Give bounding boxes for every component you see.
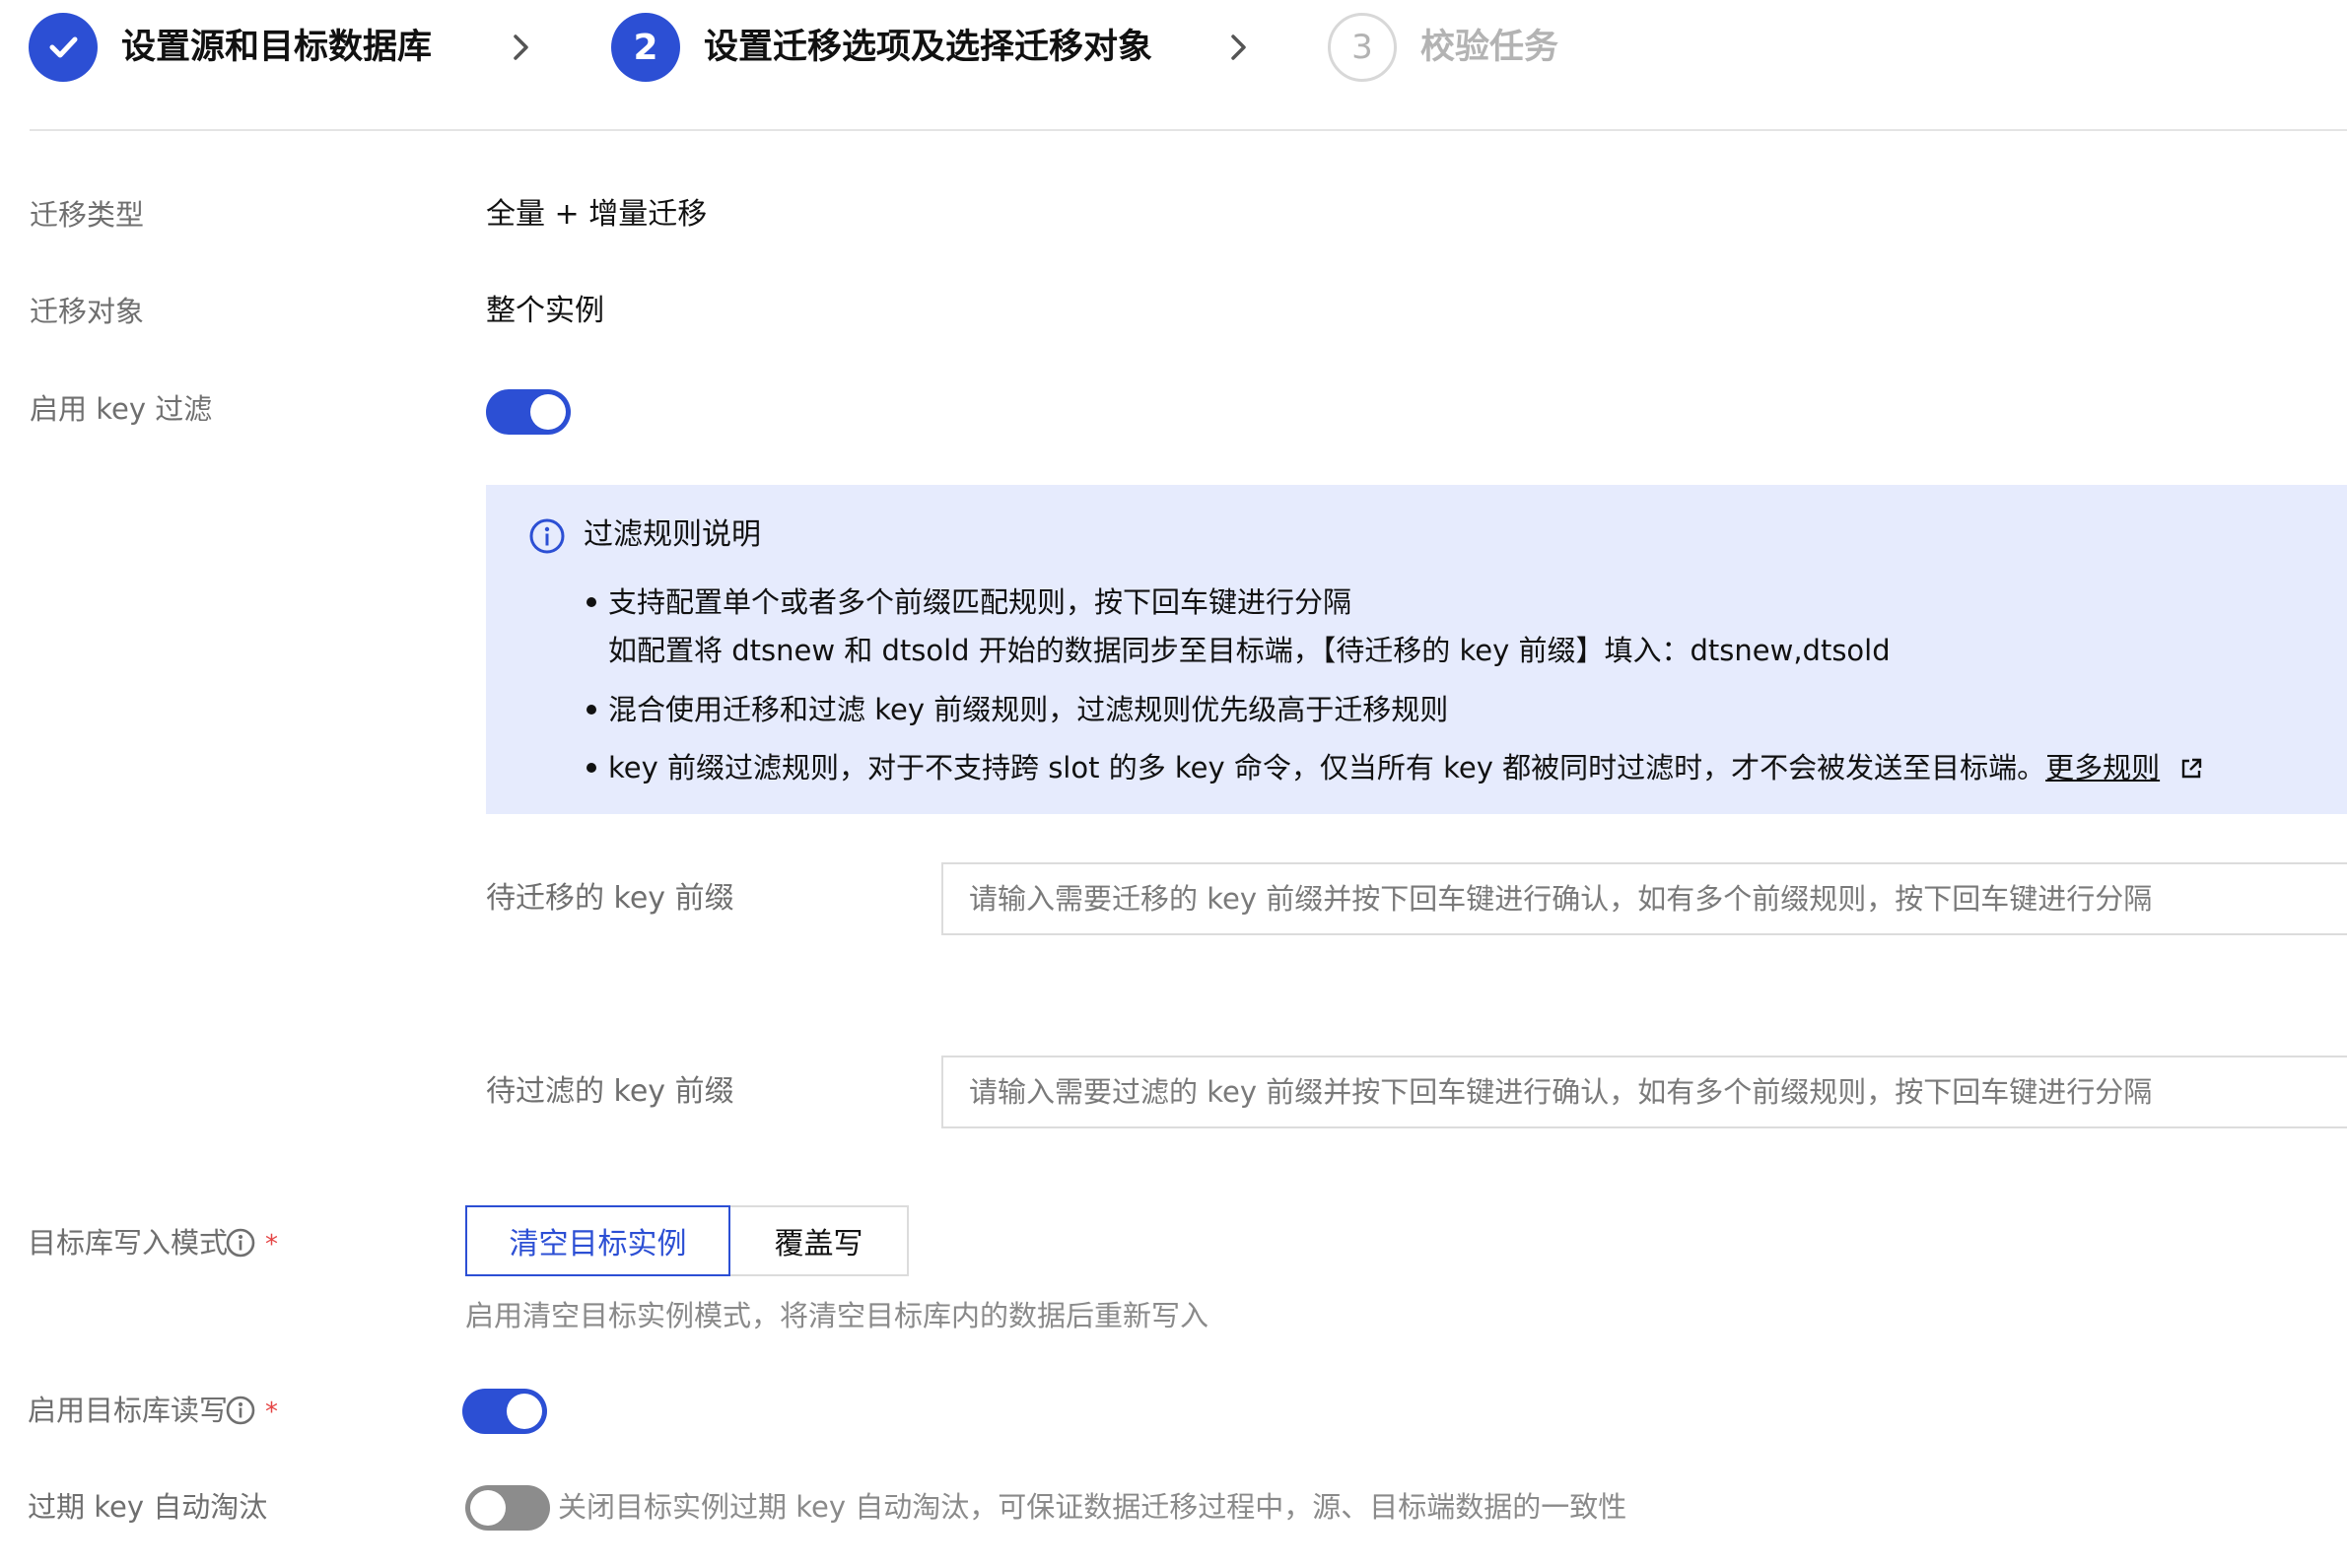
expire-key-label: 过期 key 自动淘汰 xyxy=(28,1490,268,1524)
migrate-prefix-label: 待迁移的 key 前缀 xyxy=(486,881,734,916)
info-title: 过滤规则说明 xyxy=(584,517,761,552)
info-bullet-2: 混合使用迁移和过滤 key 前缀规则，过滤规则优先级高于迁移规则 xyxy=(608,693,1449,726)
target-rw-toggle[interactable] xyxy=(462,1389,547,1434)
toggle-knob xyxy=(530,394,566,430)
required-mark: * xyxy=(265,1230,278,1260)
info-bullet-1: 支持配置单个或者多个前缀匹配规则，按下回车键进行分隔 xyxy=(608,585,1352,619)
step-2-number: 2 xyxy=(611,13,680,82)
key-filter-toggle[interactable] xyxy=(486,389,571,435)
info-tooltip-icon[interactable] xyxy=(225,1395,256,1426)
chevron-right-icon xyxy=(1231,34,1246,60)
write-mode-option-overwrite[interactable]: 覆盖写 xyxy=(728,1205,909,1276)
toggle-knob xyxy=(470,1490,506,1526)
migration-object-label: 迁移对象 xyxy=(30,295,145,328)
check-icon xyxy=(49,36,78,58)
expire-key-hint: 关闭目标实例过期 key 自动淘汰，可保证数据迁移过程中，源、目标端数据的一致性 xyxy=(558,1490,1627,1524)
bullet-dot xyxy=(587,763,596,773)
migration-object-value: 整个实例 xyxy=(486,294,604,328)
chevron-right-icon xyxy=(514,34,528,60)
external-link-icon[interactable] xyxy=(2179,757,2203,781)
write-mode-option-clear[interactable]: 清空目标实例 xyxy=(465,1205,730,1276)
header-divider xyxy=(30,129,2347,131)
toggle-knob xyxy=(507,1394,542,1429)
migrate-prefix-input[interactable] xyxy=(941,862,2347,935)
info-tooltip-icon[interactable] xyxy=(225,1227,256,1259)
key-filter-label: 启用 key 过滤 xyxy=(30,392,213,426)
write-mode-label: 目标库写入模式 xyxy=(28,1226,229,1260)
write-mode-hint: 启用清空目标实例模式，将清空目标库内的数据后重新写入 xyxy=(465,1299,1209,1332)
migration-type-value: 全量 + 增量迁移 xyxy=(486,197,708,232)
info-bullet-1-example: 如配置将 dtsnew 和 dtsold 开始的数据同步至目标端，【待迁移的 k… xyxy=(608,634,1891,667)
required-mark: * xyxy=(265,1398,278,1427)
filter-prefix-label: 待过滤的 key 前缀 xyxy=(486,1074,734,1109)
expire-key-toggle[interactable] xyxy=(465,1485,550,1531)
more-rules-link[interactable]: 更多规则 xyxy=(2045,751,2160,784)
bullet-dot xyxy=(587,597,596,607)
target-rw-label: 启用目标库读写 xyxy=(28,1394,229,1427)
migration-type-label: 迁移类型 xyxy=(30,198,145,232)
info-bullet-3-text: key 前缀过滤规则，对于不支持跨 slot 的多 key 命令，仅当所有 ke… xyxy=(608,751,2046,784)
filter-rules-info: 过滤规则说明 支持配置单个或者多个前缀匹配规则，按下回车键进行分隔 如配置将 d… xyxy=(486,485,2347,814)
step-3-number: 3 xyxy=(1328,13,1397,82)
bullet-dot xyxy=(587,705,596,715)
filter-prefix-input[interactable] xyxy=(941,1056,2347,1128)
step-3-label: 校验任务 xyxy=(1420,28,1559,67)
info-icon xyxy=(529,518,565,554)
info-bullet-3: key 前缀过滤规则，对于不支持跨 slot 的多 key 命令，仅当所有 ke… xyxy=(608,746,2160,789)
step-2-label: 设置迁移选项及选择迁移对象 xyxy=(704,28,1153,67)
step-1-label: 设置源和目标数据库 xyxy=(121,28,433,67)
step-1-complete xyxy=(29,13,98,82)
